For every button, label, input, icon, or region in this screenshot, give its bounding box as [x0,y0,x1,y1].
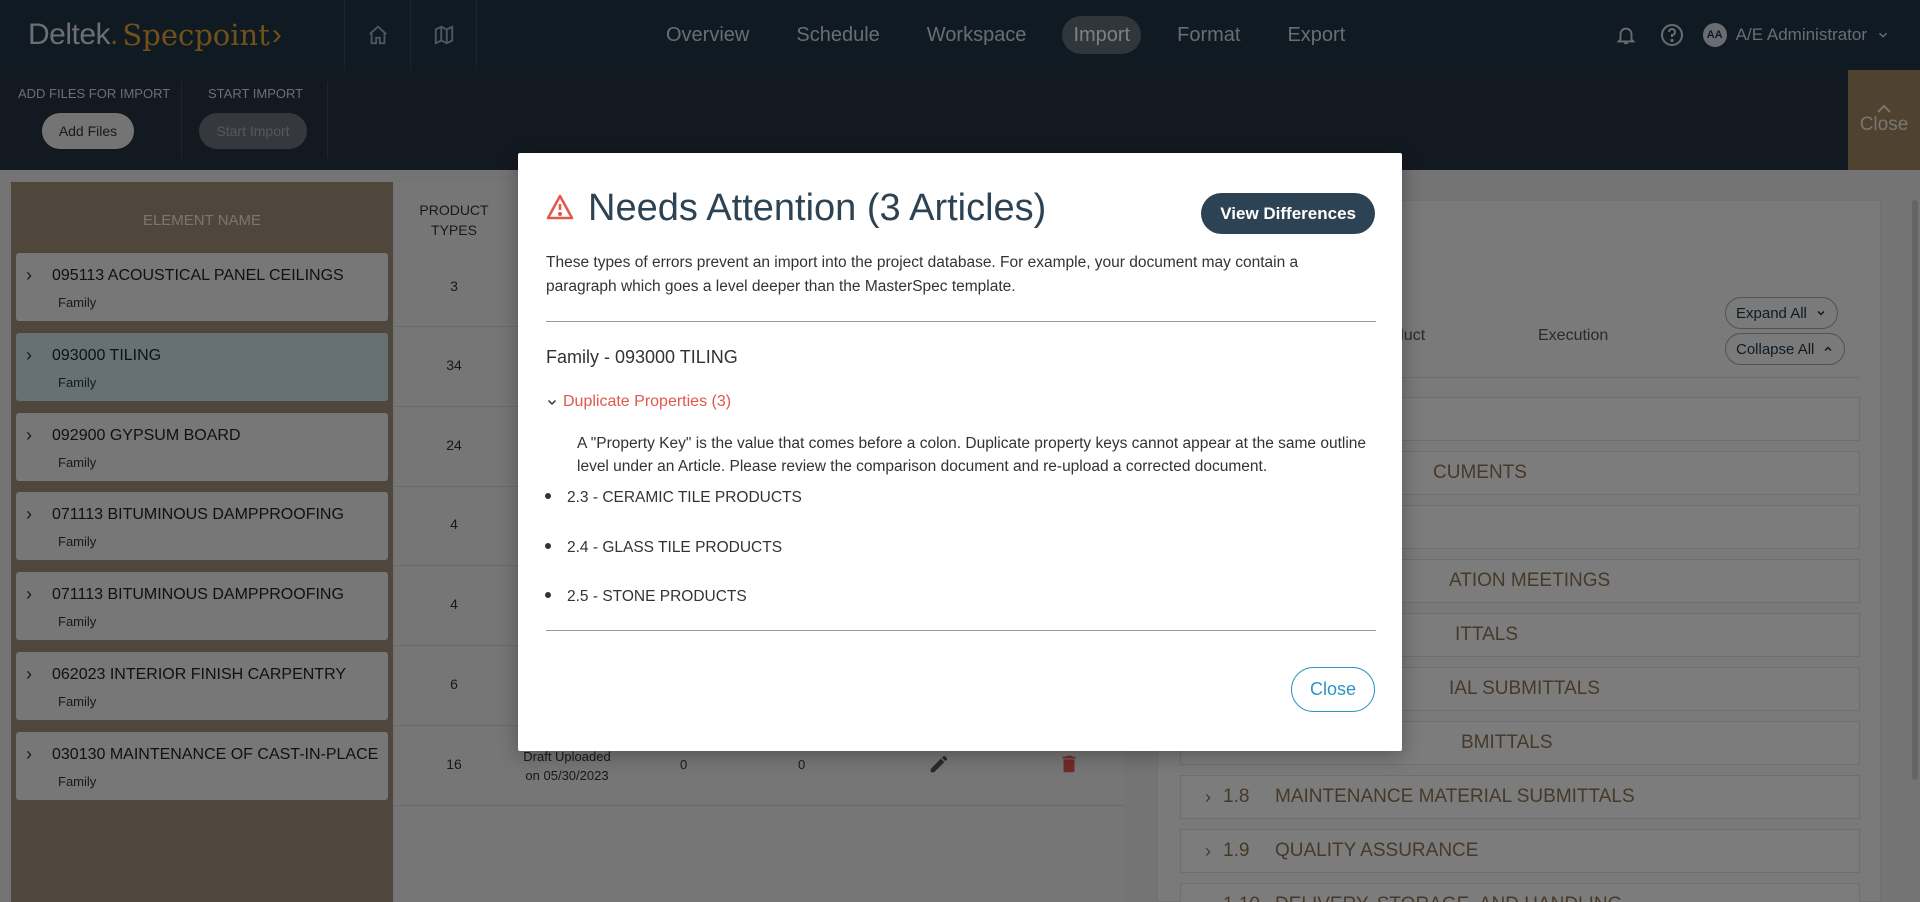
property-key-description: A "Property Key" is the value that comes… [577,435,1367,475]
duplicate-properties-label: Duplicate Properties (3) [563,393,732,410]
warning-icon [546,187,574,230]
divider [546,321,1376,322]
needs-attention-dialog: Needs Attention (3 Articles) View Differ… [518,153,1402,751]
dialog-title-row: Needs Attention (3 Articles) [546,187,1046,230]
duplicate-properties-toggle[interactable]: Duplicate Properties (3) [546,393,731,411]
family-title: Family - 093000 TILING [546,347,738,367]
dialog-title: Needs Attention (3 Articles) [588,187,1047,229]
view-differences-button[interactable]: View Differences [1201,193,1375,234]
list-item: 2.3 - CERAMIC TILE PRODUCTS [545,489,802,507]
chevron-down-icon [547,399,557,406]
list-item: 2.5 - STONE PRODUCTS [545,588,747,606]
dialog-description: These types of errors prevent an import … [546,254,1299,295]
list-item: 2.4 - GLASS TILE PRODUCTS [545,539,782,557]
close-button[interactable]: Close [1290,667,1375,712]
divider [546,630,1376,631]
